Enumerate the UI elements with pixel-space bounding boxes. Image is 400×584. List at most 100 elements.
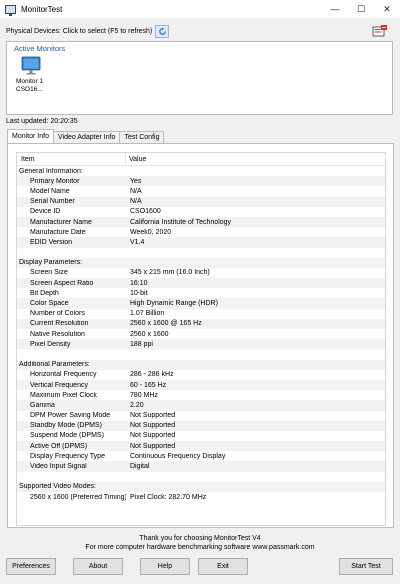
- table-row[interactable]: Device ID CSO1600: [17, 207, 385, 217]
- monitor-info-list[interactable]: Item Value General Information: Primary M…: [16, 152, 386, 526]
- button-row: Preferences About Help Exit Start Test: [0, 558, 400, 575]
- row-value: Week0, 2020: [130, 228, 172, 236]
- minimize-button[interactable]: —: [322, 0, 348, 18]
- row-value: 60 - 165 Hz: [130, 381, 167, 389]
- table-row[interactable]: Manufacturer Name California Institute of…: [17, 216, 385, 228]
- table-row[interactable]: Color Space High Dynamic Range (HDR): [17, 298, 385, 309]
- section-row[interactable]: General Information:: [17, 166, 385, 176]
- blank-row[interactable]: [17, 349, 385, 359]
- row-value: Not Supported: [130, 412, 176, 420]
- table-row[interactable]: Display Frequency Type Continuous Frequen…: [17, 451, 385, 461]
- table-row[interactable]: Native Resolution 2560 x 1600: [17, 329, 385, 339]
- row-value: Continuous Frequency Display: [130, 452, 226, 460]
- row-item: Primary Monitor: [30, 177, 80, 185]
- table-row[interactable]: Model Name N/A: [17, 186, 385, 196]
- start-test-button[interactable]: Start Test: [339, 558, 393, 575]
- row-item: Vertical Frequency: [30, 381, 88, 389]
- row-item: Screen Size: [30, 269, 68, 277]
- row-item: Horizontal Frequency: [30, 371, 97, 379]
- active-monitors-title: Active Monitors: [14, 44, 66, 53]
- table-row[interactable]: EDID Version V1.4: [17, 237, 385, 248]
- exit-button[interactable]: Exit: [198, 558, 248, 575]
- row-item: Standby Mode (DPMS): [30, 422, 102, 430]
- row-item: Manufacturer Name: [30, 218, 92, 226]
- table-row[interactable]: Primary Monitor Yes: [17, 176, 385, 187]
- row-value: Yes: [130, 177, 142, 185]
- row-value: 345 x 215 mm (16.0 Inch): [130, 269, 210, 277]
- row-value: Digital: [130, 463, 150, 471]
- title-bar: MonitorTest — ☐ ✕: [0, 0, 400, 18]
- row-value: Not Supported: [130, 442, 176, 450]
- blank-row[interactable]: [17, 472, 385, 482]
- row-item: Video Input Signal: [30, 463, 87, 471]
- table-row[interactable]: Standby Mode (DPMS) Not Supported: [17, 420, 385, 431]
- row-item: Pixel Density: [30, 340, 71, 348]
- about-button[interactable]: About: [73, 558, 123, 575]
- table-row[interactable]: Bit Depth 10-bit: [17, 288, 385, 298]
- table-row[interactable]: Current Resolution 2560 x 1600 @ 165 Hz: [17, 318, 385, 329]
- row-value: Not Supported: [130, 422, 176, 430]
- row-value: 16:10: [130, 279, 148, 287]
- table-row[interactable]: Number of Colors 1.07 Billion: [17, 309, 385, 319]
- window-title: MonitorTest: [21, 4, 63, 14]
- table-row[interactable]: Maximum Pixel Clock 780 MHz: [17, 390, 385, 400]
- table-row[interactable]: Gamma 2.20: [17, 400, 385, 411]
- table-row[interactable]: DPM Power Saving Mode Not Supported: [17, 411, 385, 421]
- row-item: Manufacture Date: [30, 228, 86, 236]
- table-row[interactable]: Horizontal Frequency 286 - 286 kHz: [17, 370, 385, 380]
- row-value: High Dynamic Range (HDR): [130, 300, 218, 308]
- refresh-button[interactable]: [155, 24, 170, 38]
- table-row[interactable]: Manufacture Date Week0, 2020: [17, 227, 385, 237]
- row-value: 780 MHz: [130, 391, 159, 399]
- monitor-label-name: Monitor 1: [16, 78, 44, 85]
- column-header-item[interactable]: Item: [17, 153, 126, 165]
- row-item: Current Resolution: [30, 320, 89, 328]
- row-item: Display Frequency Type: [30, 452, 105, 460]
- table-row[interactable]: Suspend Mode (DPMS) Not Supported: [17, 431, 385, 441]
- blank-row[interactable]: [17, 248, 385, 258]
- row-item: Number of Colors: [30, 310, 85, 318]
- table-row[interactable]: Pixel Density 188 ppi: [17, 339, 385, 350]
- tab-video-adapter-info[interactable]: Video Adapter Info: [52, 131, 121, 143]
- report-icon[interactable]: [372, 24, 388, 38]
- section-row[interactable]: Additional Parameters:: [17, 359, 385, 370]
- table-row[interactable]: Serial Number N/A: [17, 196, 385, 207]
- row-value: N/A: [130, 187, 142, 195]
- table-row[interactable]: Video Input Signal Digital: [17, 461, 385, 472]
- row-value: 1.07 Billion: [130, 310, 165, 318]
- tab-monitor-info[interactable]: Monitor Info: [7, 129, 54, 143]
- row-item: Screen Aspect Ratio: [30, 279, 94, 287]
- row-item: Serial Number: [30, 198, 75, 206]
- list-header: Item Value: [17, 153, 385, 166]
- help-button[interactable]: Help: [140, 558, 190, 575]
- row-value: 2560 x 1600 @ 165 Hz: [130, 320, 202, 328]
- tab-test-config[interactable]: Test Config: [119, 131, 165, 143]
- row-item: Display Parameters:: [19, 259, 83, 267]
- table-row[interactable]: Screen Size 345 x 215 mm (16.0 Inch): [17, 268, 385, 278]
- column-header-value[interactable]: Value: [126, 156, 146, 163]
- row-item: DPM Power Saving Mode: [30, 412, 111, 420]
- row-value: 188 ppi: [130, 340, 153, 348]
- row-value: CSO1600: [130, 208, 161, 216]
- row-value: Pixel Clock: 282.70 MHz: [130, 493, 207, 501]
- row-value: N/A: [130, 198, 142, 206]
- close-button[interactable]: ✕: [374, 0, 400, 18]
- table-row[interactable]: Screen Aspect Ratio 16:10: [17, 278, 385, 289]
- row-item: EDID Version: [30, 238, 73, 246]
- table-row[interactable]: Vertical Frequency 60 - 165 Hz: [17, 379, 385, 391]
- monitor-label-id: CSO16...: [16, 86, 43, 93]
- physical-devices-label: Physical Devices: Click to select (F5 to…: [6, 27, 153, 35]
- preferences-button[interactable]: Preferences: [6, 558, 56, 575]
- row-item: Device ID: [30, 208, 61, 216]
- section-row[interactable]: Display Parameters:: [17, 257, 385, 268]
- row-item: Bit Depth: [30, 289, 59, 297]
- maximize-button[interactable]: ☐: [348, 0, 374, 18]
- table-row[interactable]: 2560 x 1600 (Preferred Timing) Pixel Cloc…: [17, 492, 385, 502]
- section-row[interactable]: Supported Video Modes:: [17, 481, 385, 492]
- footer-more-software: For more computer hardware benchmarking …: [85, 544, 315, 551]
- row-item: Model Name: [30, 187, 70, 195]
- active-monitors-panel: Active Monitors Monitor 1 CSO16...: [6, 41, 393, 115]
- tab-bar: Monitor Info Video Adapter Info Test Con…: [7, 129, 165, 143]
- row-item: Color Space: [30, 300, 69, 308]
- table-row[interactable]: Active Off (DPMS) Not Supported: [17, 441, 385, 452]
